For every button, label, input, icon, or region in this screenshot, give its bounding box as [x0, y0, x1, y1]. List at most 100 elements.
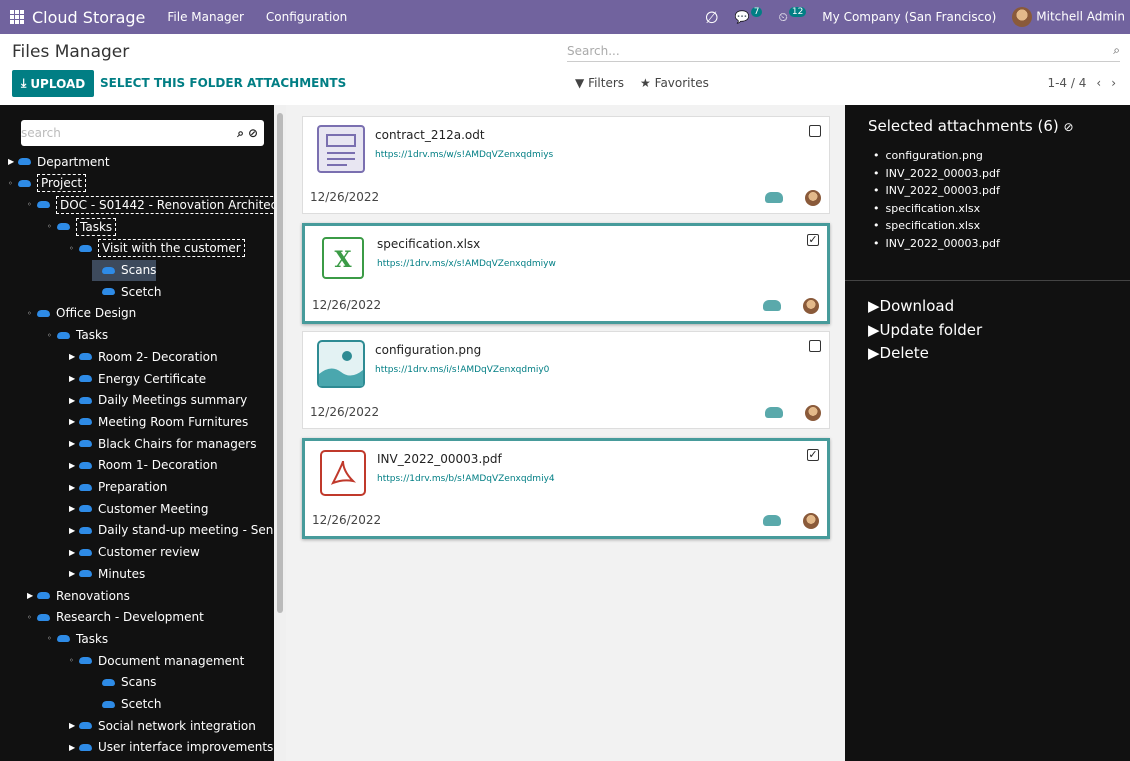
caret-right-icon[interactable]: ▶	[69, 569, 79, 578]
caret-right-icon[interactable]: ▶	[8, 157, 18, 166]
menu-file-manager[interactable]: File Manager	[167, 10, 244, 24]
tree-search-input[interactable]: search	[21, 126, 233, 140]
tree-item[interactable]: ▶ Daily Meetings summary	[69, 390, 247, 411]
tree-item[interactable]: ▶ Department	[8, 151, 110, 172]
tree-item[interactable]: ◦ Visit with the customer	[69, 238, 245, 259]
tree-toggle-icon[interactable]: ◦	[69, 244, 79, 253]
tree-item[interactable]: ▶ Room 1- Decoration	[69, 455, 218, 476]
tree-item[interactable]: ▶ Minutes	[69, 563, 145, 584]
attachment-card[interactable]: configuration.png https://1drv.ms/i/s!AMD…	[302, 331, 830, 429]
caret-right-icon[interactable]: ▶	[69, 526, 79, 535]
tree-item[interactable]: Scans	[92, 672, 156, 693]
filters-button[interactable]: ▼ Filters	[575, 76, 624, 90]
apps-menu-icon[interactable]	[10, 10, 24, 24]
caret-right-icon[interactable]: ▶	[69, 374, 79, 383]
attachment-card[interactable]: INV_2022_00003.pdf https://1drv.ms/b/s!AM…	[302, 438, 830, 539]
caret-right-icon[interactable]: ▶	[69, 352, 79, 361]
pager-next-icon[interactable]: ›	[1111, 76, 1116, 90]
tree-item[interactable]: ▶ Customer Meeting	[69, 498, 208, 519]
tree-item[interactable]: ▶ Room 2- Decoration	[69, 346, 218, 367]
tree-item[interactable]: ▶ Meeting Room Furnitures	[69, 411, 248, 432]
menu-configuration[interactable]: Configuration	[266, 10, 347, 24]
file-url[interactable]: https://1drv.ms/b/s!AMDqVZenxqdmiy4	[377, 474, 555, 484]
tree-item[interactable]: Scetch	[92, 694, 162, 715]
tree-item[interactable]: ▶ Daily stand-up meeting - Send I	[69, 520, 274, 541]
tree-item[interactable]: ◦ Tasks	[47, 216, 117, 237]
upload-button[interactable]: ⤓ UPLOAD	[12, 70, 95, 97]
caret-right-icon[interactable]: ▶	[69, 439, 79, 448]
caret-right-icon[interactable]: ▶	[69, 548, 79, 557]
caret-right-icon[interactable]: ▶	[69, 721, 79, 730]
caret-right-icon[interactable]: ▶	[69, 461, 79, 470]
select-checkbox[interactable]	[809, 125, 821, 137]
tree-item[interactable]: ▶ Renovations	[27, 585, 130, 606]
file-url[interactable]: https://1drv.ms/i/s!AMDqVZenxqdmiy0	[375, 365, 549, 375]
caret-right-icon[interactable]: ▶	[69, 483, 79, 492]
caret-right-icon[interactable]: ▶	[69, 417, 79, 426]
tree-item[interactable]: ▶ User interface improvements	[69, 737, 273, 758]
clear-selection-icon[interactable]: ⊘	[1064, 120, 1074, 134]
pager-previous-icon[interactable]: ‹	[1096, 76, 1101, 90]
select-checkbox[interactable]	[809, 340, 821, 352]
company-switcher[interactable]: My Company (San Francisco)	[822, 10, 996, 24]
user-menu[interactable]: Mitchell Admin	[1012, 7, 1125, 27]
select-checkbox[interactable]: ✓	[807, 449, 819, 461]
tree-item[interactable]: ▶ Customer review	[69, 542, 200, 563]
select-checkbox[interactable]: ✓	[807, 234, 819, 246]
search-icon[interactable]: ⌕	[237, 126, 244, 141]
selected-attachment-item: INV_2022_00003.pdf	[873, 237, 1000, 255]
tree-item[interactable]: Scans	[92, 259, 157, 281]
search-icon[interactable]: ⌕	[1113, 43, 1120, 58]
file-url[interactable]: https://1drv.ms/w/s!AMDqVZenxqdmiys	[375, 150, 553, 160]
select-folder-attachments-button[interactable]: SELECT THIS FOLDER ATTACHMENTS	[100, 76, 346, 90]
search-bar[interactable]: Search... ⌕	[567, 40, 1120, 62]
tree-item-label: Social network integration	[98, 718, 256, 733]
tree-item[interactable]: ◦ Project	[8, 173, 87, 194]
tree-search[interactable]: search ⌕ ⊘	[21, 120, 264, 146]
tree-item[interactable]: ◦ DOC - S01442 - Renovation Architect (V	[27, 194, 274, 215]
tree-item[interactable]: Scetch	[92, 281, 162, 302]
avatar	[805, 405, 821, 421]
tree-item-label: Tasks	[76, 217, 117, 236]
tree-item[interactable]: ◦ Tasks	[47, 325, 108, 346]
caret-right-icon[interactable]: ▶	[69, 504, 79, 513]
tree-toggle-icon[interactable]: ◦	[69, 656, 79, 665]
activities-button[interactable]: ⏲ 12	[778, 7, 807, 25]
caret-right-icon[interactable]: ▶	[27, 591, 37, 600]
attachment-card[interactable]: Xspecification.xlsx https://1drv.ms/x/s!A…	[302, 223, 830, 324]
clear-icon[interactable]: ⊘	[248, 126, 258, 140]
star-icon: ★	[640, 76, 651, 90]
favorites-button[interactable]: ★ Favorites	[640, 76, 709, 90]
pager-value[interactable]: 1-4 / 4	[1047, 76, 1086, 90]
tree-item[interactable]: ◦ Tasks	[47, 628, 108, 649]
tree-toggle-icon[interactable]: ◦	[47, 222, 57, 231]
caret-right-icon[interactable]: ▶	[69, 743, 79, 752]
tree-item[interactable]: ◦ Document management	[69, 650, 244, 671]
tree-item[interactable]: ▶ Social network integration	[69, 715, 256, 736]
odoo-logo-icon[interactable]: ∅	[705, 8, 719, 27]
tree-item-label: Scetch	[121, 284, 162, 299]
search-input[interactable]: Search...	[567, 44, 1113, 58]
tree-item[interactable]: ▶ Black Chairs for managers	[69, 433, 256, 454]
caret-right-icon[interactable]: ▶	[69, 396, 79, 405]
tree-scrollbar[interactable]	[274, 105, 286, 761]
tree-toggle-icon[interactable]: ◦	[47, 634, 57, 643]
tree-toggle-icon[interactable]: ◦	[47, 331, 57, 340]
cloud-folder-icon	[79, 353, 92, 361]
app-brand[interactable]: Cloud Storage	[32, 8, 145, 27]
update-folder-action[interactable]: ▶Update folder	[868, 321, 982, 345]
tree-toggle-icon[interactable]: ◦	[27, 309, 37, 318]
tree-item[interactable]: ▶ Energy Certificate	[69, 368, 206, 389]
cloud-folder-icon	[102, 288, 115, 296]
tree-item[interactable]: ▶ Preparation	[69, 477, 167, 498]
download-action[interactable]: ▶Download	[868, 297, 982, 321]
attachment-card[interactable]: contract_212a.odt https://1drv.ms/w/s!AMD…	[302, 116, 830, 214]
delete-action[interactable]: ▶Delete	[868, 344, 982, 368]
tree-toggle-icon[interactable]: ◦	[8, 179, 18, 188]
tree-toggle-icon[interactable]: ◦	[27, 613, 37, 622]
file-url[interactable]: https://1drv.ms/x/s!AMDqVZenxqdmiyw	[377, 259, 556, 269]
tree-toggle-icon[interactable]: ◦	[27, 200, 37, 209]
messages-button[interactable]: 💬 7	[735, 7, 763, 24]
tree-item[interactable]: ◦ Research - Development	[27, 607, 204, 628]
tree-item[interactable]: ◦ Office Design	[27, 303, 136, 324]
